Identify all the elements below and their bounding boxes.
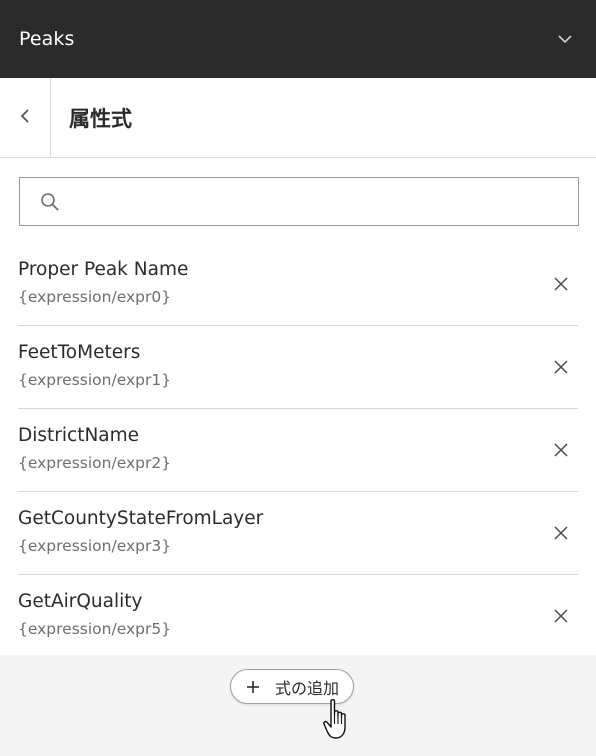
chevron-left-icon — [20, 108, 30, 128]
close-icon[interactable] — [550, 356, 572, 378]
close-icon[interactable] — [550, 439, 572, 461]
list-item[interactable]: GetAirQuality {expression/expr5} — [18, 575, 578, 658]
expression-list: Proper Peak Name {expression/expr0} Feet… — [0, 243, 596, 658]
expression-name: DistrictName — [18, 425, 140, 446]
add-expression-label: 式の追加 — [275, 678, 340, 698]
expression-name: Proper Peak Name — [18, 259, 189, 280]
expression-path: {expression/expr5} — [18, 620, 172, 638]
list-item[interactable]: GetCountyStateFromLayer {expression/expr… — [18, 492, 578, 575]
expression-path: {expression/expr3} — [18, 537, 172, 555]
close-icon[interactable] — [550, 273, 572, 295]
hand-pointer-icon — [323, 699, 346, 739]
close-icon[interactable] — [550, 605, 572, 627]
list-item[interactable]: FeetToMeters {expression/expr1} — [18, 326, 578, 409]
search-icon — [38, 190, 62, 214]
panel-title: Peaks — [19, 28, 75, 50]
panel-header[interactable]: Peaks — [0, 0, 596, 78]
plus-icon — [245, 679, 261, 695]
expression-path: {expression/expr1} — [18, 371, 172, 389]
chevron-down-icon[interactable] — [554, 28, 576, 50]
expression-name: FeetToMeters — [18, 342, 141, 363]
sub-header: 属性式 — [0, 78, 596, 158]
page-title: 属性式 — [69, 106, 132, 131]
list-item[interactable]: Proper Peak Name {expression/expr0} — [18, 243, 578, 326]
expression-name: GetAirQuality — [18, 591, 143, 612]
panel-footer: 式の追加 — [0, 655, 596, 756]
expression-path: {expression/expr0} — [18, 288, 172, 306]
back-button[interactable] — [0, 78, 51, 157]
expression-path: {expression/expr2} — [18, 454, 172, 472]
close-icon[interactable] — [550, 522, 572, 544]
expression-name: GetCountyStateFromLayer — [18, 508, 264, 529]
search-box[interactable] — [19, 177, 579, 226]
search-input[interactable] — [62, 178, 578, 225]
list-item[interactable]: DistrictName {expression/expr2} — [18, 409, 578, 492]
